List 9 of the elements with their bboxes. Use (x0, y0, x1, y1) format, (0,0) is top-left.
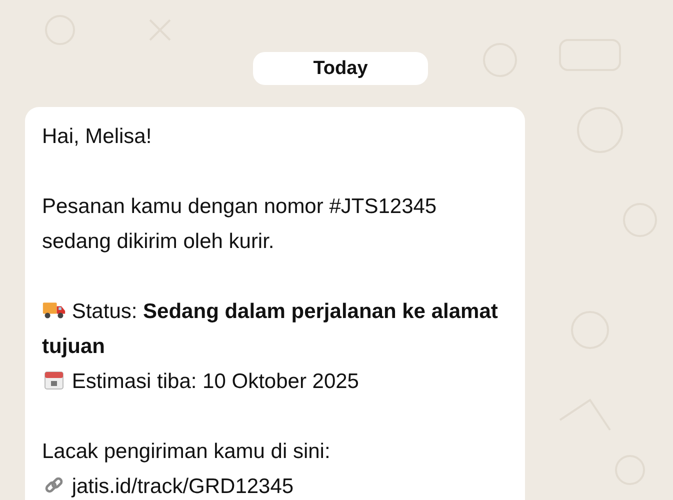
track-link[interactable]: jatis.id/track/GRD12345 (42, 469, 508, 500)
greeting-text: Hai, Melisa! (42, 124, 153, 150)
track-label: Lacak pengiriman kamu di sini: (42, 439, 332, 465)
date-chip: Today (253, 52, 428, 85)
message-text: Pesanan kamu dengan nomor #JTS12345 sedang dikirim oleh kurir. (42, 194, 438, 255)
status-text: Status: Sedang dalam perjalanan ke alamat tujuan (42, 299, 499, 360)
calendar-icon (42, 370, 66, 390)
truck-icon (42, 300, 66, 320)
estimate-text: Estimasi tiba: 10 Oktober 2025 (42, 364, 508, 399)
